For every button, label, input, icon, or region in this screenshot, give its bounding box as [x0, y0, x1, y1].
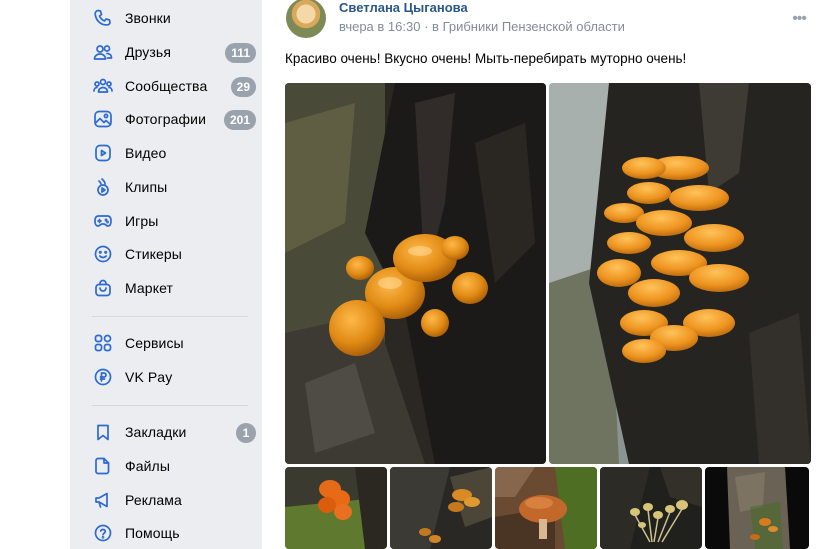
phone-icon	[92, 7, 114, 29]
post-photo-1[interactable]	[285, 83, 546, 464]
more-actions-icon[interactable]: •••	[792, 10, 807, 28]
sidebar-item-services[interactable]: Сервисы	[88, 328, 256, 358]
post-author-name[interactable]: Светлана Цыганова	[339, 0, 468, 15]
sidebar-item-bookmarks[interactable]: Закладки 1	[88, 417, 256, 447]
friends-icon	[92, 41, 114, 63]
sidebar-item-label: Файлы	[125, 458, 170, 474]
sidebar-item-files[interactable]: Файлы	[88, 451, 256, 481]
sidebar-item-label: Звонки	[125, 10, 171, 26]
sidebar-item-friends[interactable]: Друзья 111	[88, 37, 256, 67]
stickers-icon	[92, 243, 114, 265]
photos-count-badge: 201	[223, 110, 256, 130]
post-place-link[interactable]: в Грибники Пензенской области	[432, 19, 625, 34]
games-icon	[92, 210, 114, 232]
sidebar-item-calls[interactable]: Звонки	[88, 3, 256, 33]
ads-icon	[92, 489, 114, 511]
sidebar-item-ads[interactable]: Реклама	[88, 485, 256, 515]
sidebar-item-communities[interactable]: Сообщества 29	[88, 71, 256, 101]
sidebar-item-label: Помощь	[125, 525, 180, 541]
sidebar-divider	[92, 316, 248, 317]
files-icon	[92, 455, 114, 477]
author-avatar[interactable]	[286, 0, 326, 38]
post-thumbnail-1[interactable]	[285, 467, 387, 549]
post-time[interactable]: вчера в 16:30	[339, 19, 420, 34]
wall-post: Светлана Цыганова вчера в 16:30 · в Гриб…	[262, 0, 818, 549]
sidebar-item-market[interactable]: Маркет	[88, 273, 256, 303]
video-icon	[92, 142, 114, 164]
sidebar-item-help[interactable]: Помощь	[88, 518, 256, 548]
clips-icon	[92, 176, 114, 198]
friends-count-badge: 111	[225, 43, 256, 63]
communities-count-badge: 29	[230, 77, 256, 97]
post-thumbnail-3[interactable]	[495, 467, 597, 549]
post-photo-2[interactable]	[549, 83, 811, 464]
vkpay-icon	[92, 366, 114, 388]
sidebar-item-label: Маркет	[125, 280, 174, 296]
sidebar-item-clips[interactable]: Клипы	[88, 172, 256, 202]
sidebar-item-label: Сообщества	[125, 78, 208, 94]
post-meta: вчера в 16:30 · в Грибники Пензенской об…	[339, 19, 625, 34]
sidebar-item-label: Реклама	[125, 492, 182, 508]
post-thumbnail-4[interactable]	[600, 467, 702, 549]
sidebar-item-video[interactable]: Видео	[88, 138, 256, 168]
sidebar-item-label: VK Pay	[125, 369, 173, 385]
meta-separator: ·	[424, 19, 429, 34]
page-margin	[0, 0, 70, 549]
sidebar-item-label: Клипы	[125, 179, 168, 195]
sidebar-item-label: Сервисы	[125, 335, 184, 351]
help-icon	[92, 522, 114, 544]
post-thumbnail-5[interactable]	[705, 467, 809, 549]
sidebar-item-label: Видео	[125, 145, 167, 161]
sidebar-item-label: Стикеры	[125, 246, 182, 262]
services-icon	[92, 332, 114, 354]
communities-icon	[92, 75, 114, 97]
post-text: Красиво очень! Вкусно очень! Мыть-переби…	[285, 51, 687, 66]
bookmark-icon	[92, 421, 114, 443]
sidebar-item-vkpay[interactable]: VK Pay	[88, 362, 256, 392]
sidebar-item-games[interactable]: Игры	[88, 206, 256, 236]
sidebar-item-label: Закладки	[125, 424, 187, 440]
bookmarks-count-badge: 1	[236, 423, 256, 443]
sidebar-item-label: Фотографии	[125, 111, 207, 127]
sidebar-item-label: Друзья	[125, 44, 172, 60]
post-thumbnail-2[interactable]	[390, 467, 492, 549]
sidebar-item-label: Игры	[125, 213, 159, 229]
sidebar-item-stickers[interactable]: Стикеры	[88, 239, 256, 269]
sidebar-item-photos[interactable]: Фотографии 201	[88, 104, 256, 134]
market-icon	[92, 277, 114, 299]
sidebar-divider	[92, 405, 248, 406]
left-sidebar: Звонки Друзья 111 Сообщества 29 Фотограф…	[70, 0, 262, 549]
photos-icon	[92, 108, 114, 130]
